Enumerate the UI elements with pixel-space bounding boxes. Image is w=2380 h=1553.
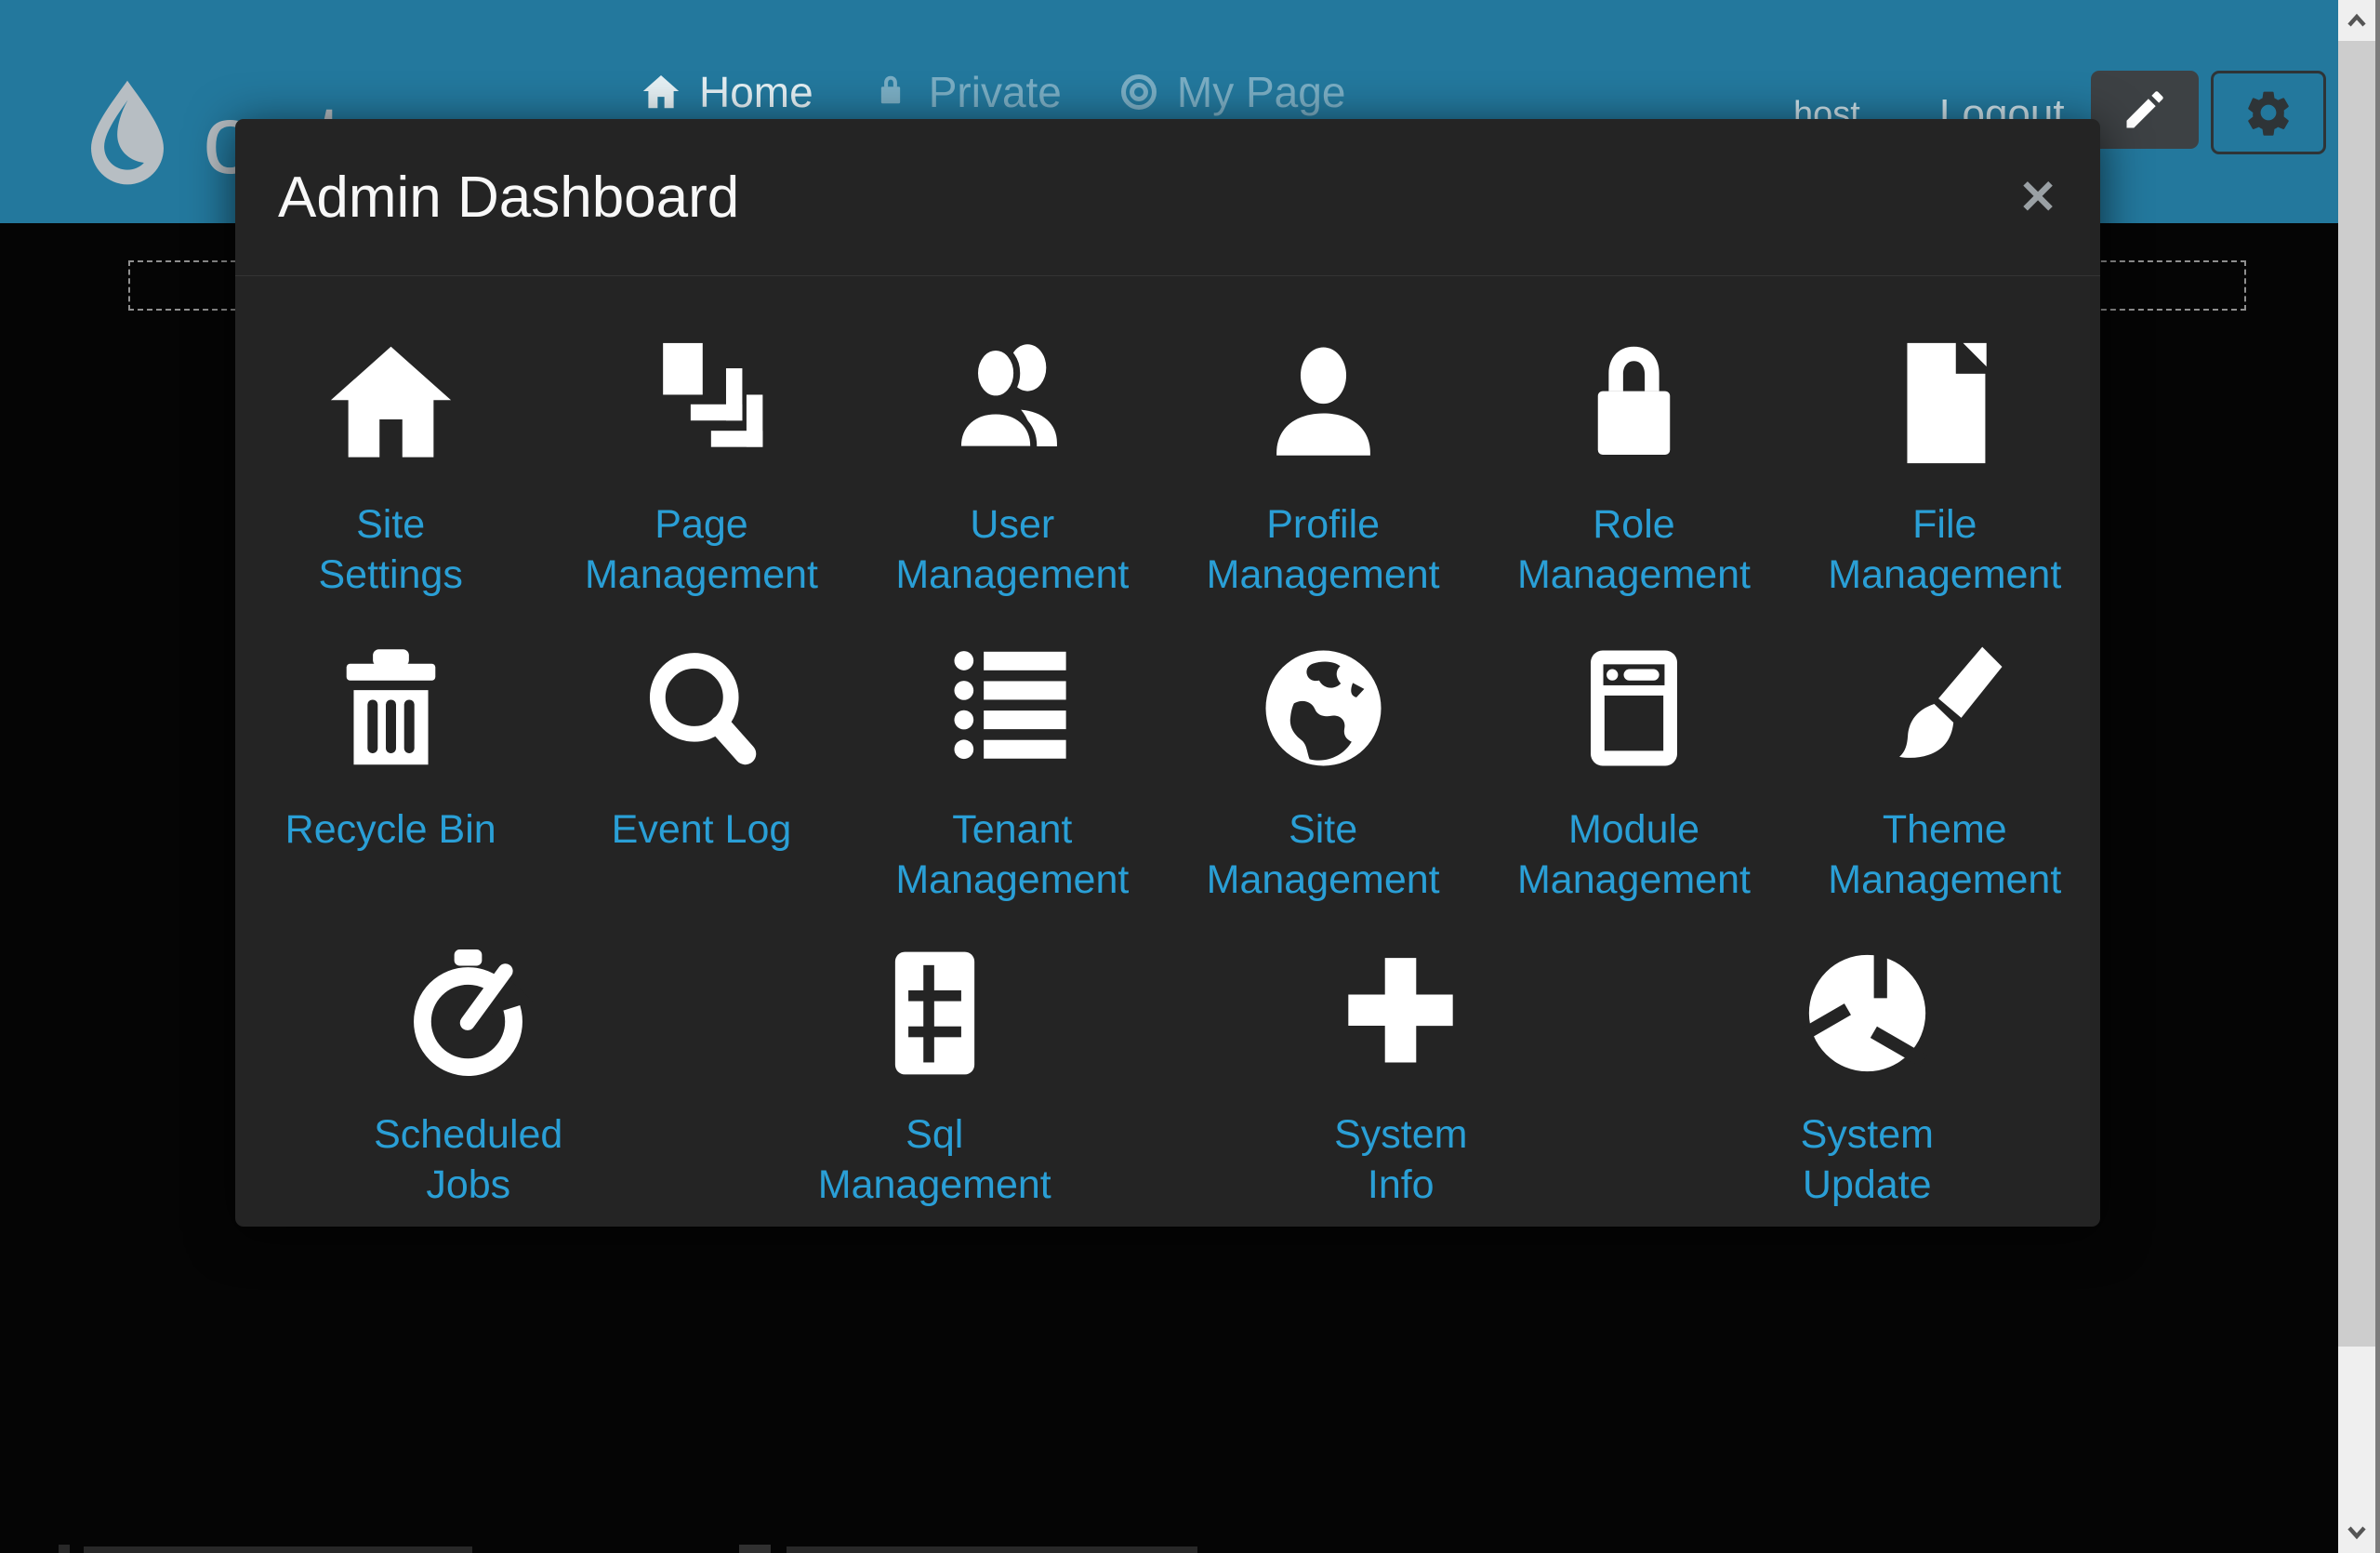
tile-label: Site Settings bbox=[318, 499, 462, 600]
brush-icon bbox=[1872, 624, 2016, 780]
home-icon bbox=[319, 319, 463, 475]
close-icon[interactable]: ✕ bbox=[2018, 174, 2057, 220]
nav-item-home[interactable]: Home bbox=[640, 67, 813, 117]
magnifier-icon bbox=[629, 624, 774, 780]
tile-sql-management[interactable]: Sql Management bbox=[702, 929, 1169, 1210]
tile-label: Tenant Management bbox=[895, 804, 1129, 905]
lock-icon bbox=[1562, 319, 1706, 475]
footer-fragment bbox=[787, 1546, 1197, 1553]
chevron-down-icon bbox=[2345, 1524, 2369, 1541]
browser-icon bbox=[1562, 624, 1706, 780]
cut-off-footer bbox=[0, 1542, 2338, 1553]
tile-profile-management[interactable]: Profile Management bbox=[1168, 319, 1478, 600]
tile-module-management[interactable]: Module Management bbox=[1478, 624, 1789, 905]
droplet-logo-icon bbox=[67, 52, 188, 212]
nav-item-my-page[interactable]: My Page bbox=[1117, 67, 1346, 117]
lock-icon bbox=[869, 71, 912, 113]
timer-icon bbox=[396, 929, 540, 1085]
medical-cross-icon bbox=[1329, 929, 1473, 1085]
admin-dashboard-modal: Admin Dashboard ✕ Site Settings P bbox=[235, 119, 2100, 1227]
scroll-up-button[interactable] bbox=[2338, 0, 2375, 41]
tile-label: Recycle Bin bbox=[285, 804, 496, 855]
tile-tenant-management[interactable]: Tenant Management bbox=[857, 624, 1168, 905]
tile-label: Sql Management bbox=[818, 1109, 1051, 1210]
tile-event-log[interactable]: Event Log bbox=[546, 624, 856, 905]
tile-label: User Management bbox=[895, 499, 1129, 600]
nav-item-label: Private bbox=[929, 67, 1062, 117]
pages-icon bbox=[629, 319, 774, 475]
tile-theme-management[interactable]: Theme Management bbox=[1790, 624, 2100, 905]
chevron-up-icon bbox=[2345, 12, 2369, 29]
tile-label: Theme Management bbox=[1828, 804, 2061, 905]
tile-scheduled-jobs[interactable]: Scheduled Jobs bbox=[235, 929, 702, 1210]
trash-icon bbox=[319, 624, 463, 780]
tile-user-management[interactable]: User Management bbox=[857, 319, 1168, 600]
tile-label: File Management bbox=[1828, 499, 2061, 600]
nav-item-label: My Page bbox=[1177, 67, 1346, 117]
tile-label: Page Management bbox=[585, 499, 818, 600]
globe-icon bbox=[1251, 624, 1395, 780]
tile-label: System Info bbox=[1334, 1109, 1467, 1210]
tile-row: Site Settings Page Management bbox=[235, 319, 2100, 600]
modal-title: Admin Dashboard bbox=[278, 165, 739, 231]
tile-system-info[interactable]: System Info bbox=[1168, 929, 1634, 1210]
nav-item-label: Home bbox=[699, 67, 813, 117]
tile-recycle-bin[interactable]: Recycle Bin bbox=[235, 624, 546, 905]
nav-item-private[interactable]: Private bbox=[869, 67, 1062, 117]
tile-label: Module Management bbox=[1517, 804, 1751, 905]
main-nav: Home Private My Page bbox=[640, 67, 1345, 117]
tile-label: Role Management bbox=[1517, 499, 1751, 600]
footer-fragment bbox=[739, 1545, 771, 1553]
list-icon bbox=[940, 624, 1084, 780]
page: oqtane Home Private M bbox=[0, 0, 2380, 1553]
person-icon bbox=[1251, 319, 1395, 475]
home-icon bbox=[640, 71, 682, 113]
tile-label: Profile Management bbox=[1207, 499, 1440, 600]
tile-role-management[interactable]: Role Management bbox=[1478, 319, 1789, 600]
file-icon bbox=[1872, 319, 2016, 475]
tile-row: Recycle Bin Event Log bbox=[235, 624, 2100, 905]
settings-button[interactable] bbox=[2211, 71, 2326, 154]
footer-fragment bbox=[84, 1546, 472, 1553]
target-icon bbox=[1117, 71, 1160, 113]
vertical-scrollbar[interactable] bbox=[2338, 0, 2380, 1553]
tile-label: System Update bbox=[1801, 1109, 1934, 1210]
footer-fragment bbox=[59, 1545, 70, 1553]
tile-system-update[interactable]: System Update bbox=[1634, 929, 2101, 1210]
pencil-icon bbox=[2121, 86, 2169, 134]
tile-file-management[interactable]: File Management bbox=[1790, 319, 2100, 600]
scroll-down-button[interactable] bbox=[2338, 1512, 2375, 1553]
scrollbar-thumb[interactable] bbox=[2338, 41, 2375, 1347]
tile-site-management[interactable]: Site Management bbox=[1168, 624, 1478, 905]
tile-site-settings[interactable]: Site Settings bbox=[235, 319, 546, 600]
users-icon bbox=[940, 319, 1084, 475]
tile-label: Site Management bbox=[1207, 804, 1440, 905]
tile-page-management[interactable]: Page Management bbox=[546, 319, 856, 600]
edit-mode-button[interactable] bbox=[2091, 71, 2199, 149]
tile-label: Scheduled Jobs bbox=[374, 1109, 562, 1210]
tile-label: Event Log bbox=[612, 804, 792, 855]
modal-header: Admin Dashboard ✕ bbox=[235, 119, 2100, 276]
aperture-icon bbox=[1795, 929, 1939, 1085]
tile-row: Scheduled Jobs Sql Management bbox=[235, 929, 2100, 1210]
gear-icon bbox=[2242, 86, 2294, 139]
window-edge bbox=[2375, 0, 2380, 1553]
spreadsheet-icon bbox=[863, 929, 1007, 1085]
